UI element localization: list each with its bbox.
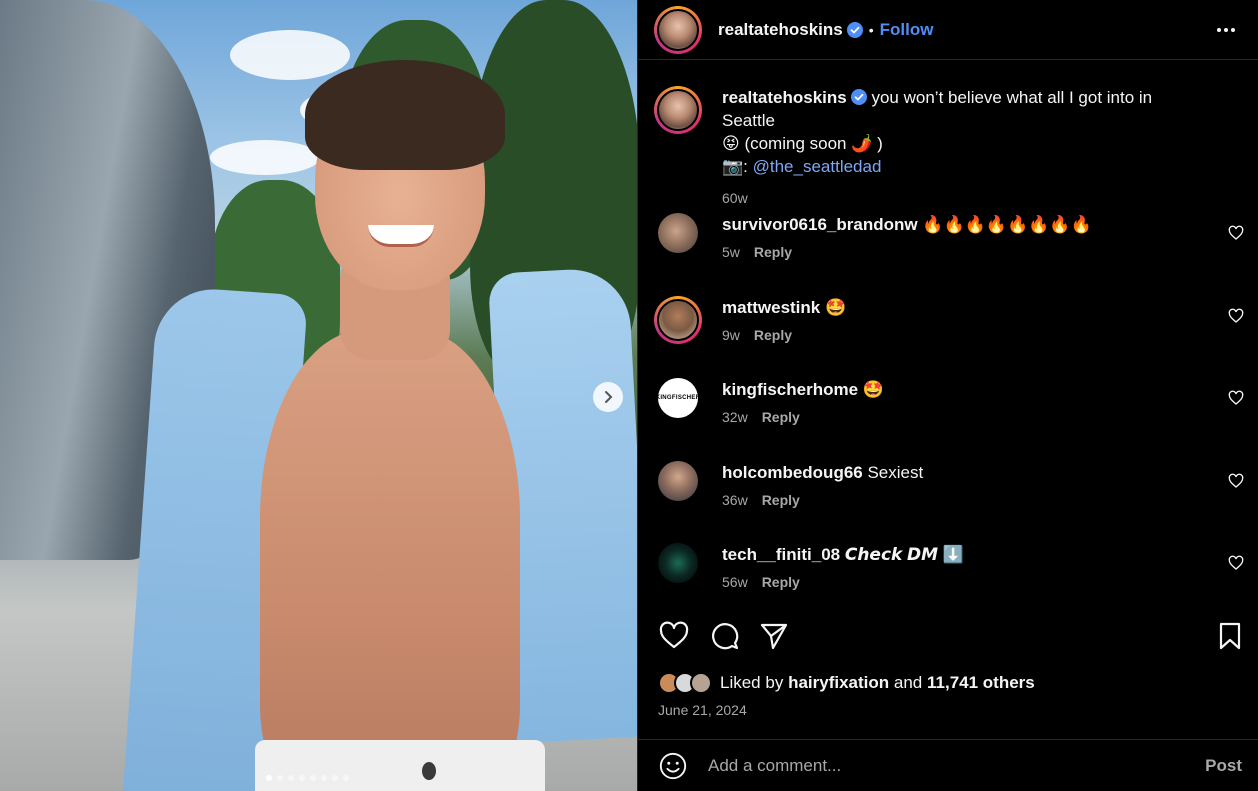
commenter-username[interactable]: survivor0616_brandonw [722,215,918,234]
likers-avatars [658,672,712,694]
author-username[interactable]: realtatehoskins [718,20,843,40]
author-avatar[interactable] [654,86,702,134]
commenter-avatar[interactable]: KINGFISCHER [655,378,701,418]
reply-button[interactable]: Reply [762,409,800,425]
caption-line2: 😝 (coming soon 🌶️ ) [722,134,883,153]
chevron-right-icon [605,391,613,403]
more-options-icon[interactable] [1214,18,1238,42]
reply-button[interactable]: Reply [762,492,800,508]
commenter-avatar[interactable] [658,213,698,253]
likes-count[interactable]: 11,741 others [927,673,1035,693]
like-heart-icon[interactable] [658,620,690,652]
kingfischer-logo: KINGFISCHER [655,395,701,401]
post-photo[interactable] [0,0,637,791]
commenter-avatar[interactable] [654,296,702,344]
caption-time[interactable]: 60w [722,190,748,206]
like-comment-heart-icon[interactable] [1228,225,1244,241]
carousel-dot [277,775,283,781]
caption-text: realtatehoskins you won’t believe what a… [722,86,1208,178]
post-date[interactable]: June 21, 2024 [658,702,747,718]
comment-input[interactable] [708,755,1206,776]
post-side-panel: realtatehoskins • Follow realtatehoskins… [637,0,1258,791]
commenter-avatar[interactable] [658,543,698,583]
liked-by-user[interactable]: hairyfixation [788,673,889,693]
action-bar [638,612,1258,662]
comment-time[interactable]: 32w [722,409,748,425]
likes-summary[interactable]: Liked by hairyfixation and 11,741 others [658,672,1035,694]
comment-text: 🤩 [824,298,847,317]
comment-text: 𝘾𝙝𝙚𝙘𝙠 𝘿𝙈 ⬇️ [844,545,964,564]
carousel-dot [332,775,338,781]
post-header: realtatehoskins • Follow [638,0,1258,60]
carousel-dots [266,775,349,781]
comment-time[interactable]: 36w [722,492,748,508]
comment-text: Sexiest [867,463,924,482]
commenter-username[interactable]: tech__finiti_08 [722,545,840,564]
comments-list[interactable]: realtatehoskins you won’t believe what a… [638,60,1258,600]
emoji-picker-icon[interactable] [658,751,688,781]
likes-prefix: Liked by [720,673,784,692]
commenter-username[interactable]: holcombedoug66 [722,463,863,482]
photographer-mention[interactable]: @the_seattledad [753,157,882,176]
save-bookmark-icon[interactable] [1214,620,1246,652]
comment-bubble-icon[interactable] [708,620,740,652]
next-photo-button[interactable] [593,382,623,412]
comment-time[interactable]: 9w [722,327,740,343]
reply-button[interactable]: Reply [754,244,792,260]
like-comment-heart-icon[interactable] [1228,555,1244,571]
post-comment-button[interactable]: Post [1205,756,1242,776]
carousel-dot [288,775,294,781]
carousel-dot [299,775,305,781]
verified-badge-icon [850,89,867,105]
camera-prefix: 📷: [722,157,753,176]
likes-conj: and [893,673,923,692]
reply-button[interactable]: Reply [754,327,792,343]
follow-button[interactable]: Follow [880,20,934,40]
like-comment-heart-icon[interactable] [1228,308,1244,324]
caption-username[interactable]: realtatehoskins [722,88,847,107]
author-avatar[interactable] [654,5,702,54]
commenter-username[interactable]: mattwestink [722,298,820,317]
comment-composer: Post [638,739,1258,791]
person [122,40,637,791]
reply-button[interactable]: Reply [762,574,800,590]
post-dialog: realtatehoskins • Follow realtatehoskins… [0,0,1258,791]
commenter-username[interactable]: kingfischerhome [722,380,858,399]
carousel-dot [266,775,272,781]
share-send-icon[interactable] [758,620,790,652]
carousel-dot [343,775,349,781]
comment-time[interactable]: 5w [722,244,740,260]
separator-dot: • [868,21,874,38]
commenter-avatar[interactable] [658,461,698,501]
comment-text: 🔥🔥🔥🔥🔥🔥🔥🔥 [922,215,1092,234]
verified-badge-icon [846,21,863,38]
carousel-dot [310,775,316,781]
like-comment-heart-icon[interactable] [1228,473,1244,489]
carousel-dot [321,775,327,781]
like-comment-heart-icon[interactable] [1228,390,1244,406]
comment-text: 🤩 [862,380,884,399]
comment-time[interactable]: 56w [722,574,748,590]
